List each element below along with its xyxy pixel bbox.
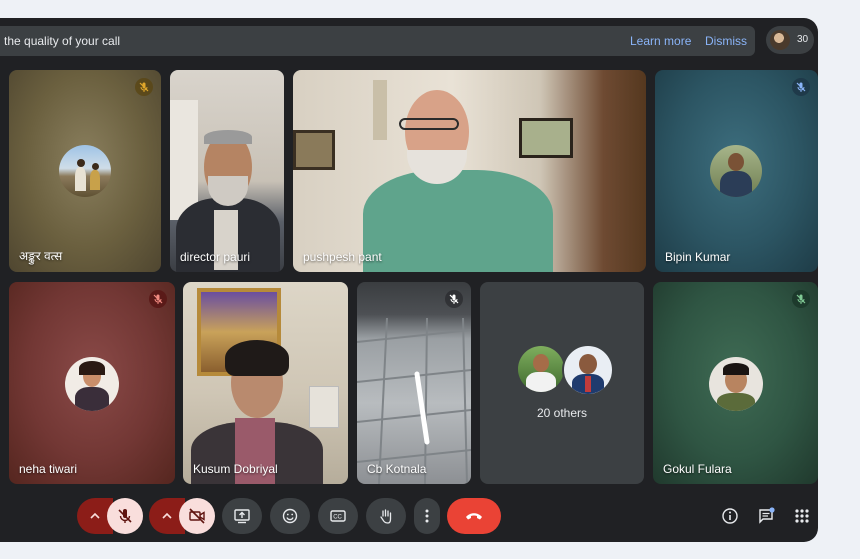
camera-off-icon	[189, 508, 205, 524]
participant-name: neha tiwari	[19, 462, 78, 476]
hair	[204, 130, 252, 144]
captions-button[interactable]: CC	[318, 498, 358, 534]
control-bar: CC	[0, 496, 818, 542]
participant-tile[interactable]: अङ्कुर वत्स	[9, 70, 161, 272]
notification-banner: the quality of your call Learn more Dism…	[0, 26, 755, 56]
ceiling-tiles	[357, 317, 471, 484]
mic-off-icon	[118, 509, 132, 523]
others-count: 20 others	[536, 406, 588, 420]
participant-avatar	[562, 344, 614, 396]
participant-count: 30	[797, 34, 809, 45]
participant-avatar	[710, 145, 762, 197]
participant-avatar	[518, 346, 564, 392]
raise-hand-icon	[380, 509, 392, 524]
others-tile[interactable]: 20 others	[480, 282, 644, 484]
mic-off-icon	[792, 78, 810, 96]
present-button[interactable]	[222, 498, 262, 534]
emoji-icon	[282, 508, 298, 524]
participant-tile[interactable]: Gokul Fulara	[653, 282, 818, 484]
svg-text:CC: CC	[333, 515, 342, 521]
mic-off-icon	[792, 290, 810, 308]
participant-body	[363, 170, 553, 272]
participant-tile[interactable]: Bipin Kumar	[655, 70, 818, 272]
info-icon	[722, 508, 738, 524]
more-options-button[interactable]	[414, 498, 440, 534]
participant-avatar	[59, 145, 111, 197]
reactions-button[interactable]	[270, 498, 310, 534]
camera-toggle-button[interactable]	[179, 498, 215, 534]
wall-painting	[293, 130, 335, 170]
end-call-button[interactable]	[447, 498, 501, 534]
participant-tile[interactable]: Cb Kotnala	[357, 282, 471, 484]
participant-avatar	[65, 357, 119, 411]
chevron-up-icon	[90, 512, 100, 519]
lamp	[373, 80, 387, 140]
participant-name: pushpesh pant	[303, 250, 382, 264]
end-call-icon	[466, 513, 482, 520]
mic-off-icon	[135, 78, 153, 96]
meet-window: the quality of your call Learn more Dism…	[0, 18, 818, 542]
meeting-info-button[interactable]	[716, 498, 744, 534]
dismiss-button[interactable]: Dismiss	[705, 34, 747, 48]
participants-chip[interactable]: 30	[766, 26, 814, 54]
participant-tile[interactable]: director pauri	[170, 70, 284, 272]
more-options-icon	[425, 509, 429, 523]
raise-hand-button[interactable]	[366, 498, 406, 534]
participant-name: Gokul Fulara	[663, 462, 732, 476]
activities-grid-icon	[795, 509, 809, 523]
switch-board	[309, 386, 339, 428]
hair	[225, 340, 289, 376]
participant-name: Bipin Kumar	[665, 250, 731, 264]
participant-avatar	[709, 357, 763, 411]
captions-icon: CC	[330, 510, 346, 522]
participant-avatar	[770, 30, 790, 50]
participant-tile[interactable]: Kusum Dobriyal	[183, 282, 348, 484]
glasses	[399, 118, 459, 130]
chat-button[interactable]	[752, 498, 780, 534]
participant-name: director pauri	[180, 250, 251, 264]
door-frame	[170, 100, 198, 220]
wall-painting	[519, 118, 573, 158]
participant-tile[interactable]: pushpesh pant	[293, 70, 646, 272]
present-screen-icon	[234, 509, 250, 524]
participant-name: Cb Kotnala	[367, 462, 427, 476]
mic-off-icon	[149, 290, 167, 308]
chevron-up-icon	[162, 512, 172, 519]
participant-name: अङ्कुर वत्स	[19, 249, 63, 263]
chat-icon	[759, 507, 775, 524]
participant-tile[interactable]: neha tiwari	[9, 282, 175, 484]
mic-toggle-button[interactable]	[107, 498, 143, 534]
participant-name: Kusum Dobriyal	[193, 462, 278, 476]
activities-button[interactable]	[788, 498, 816, 534]
banner-message: the quality of your call	[4, 34, 121, 48]
learn-more-link[interactable]: Learn more	[630, 34, 691, 48]
